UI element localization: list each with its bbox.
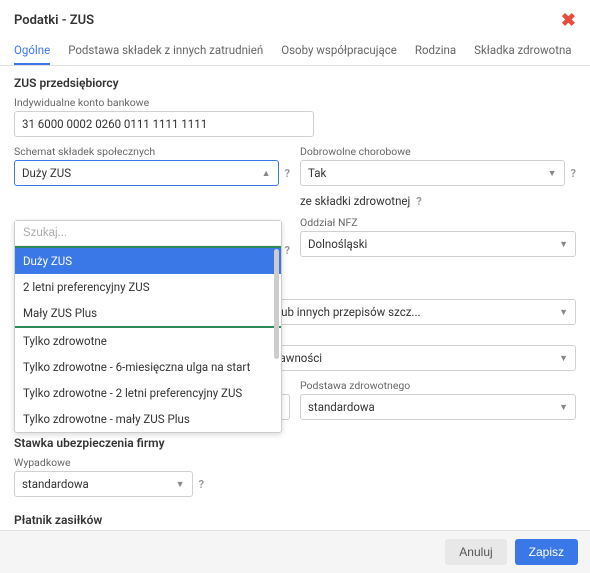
- schemat-label: Schemat składek społecznych: [14, 145, 290, 158]
- dropdown-item[interactable]: Mały ZUS Plus: [15, 300, 281, 326]
- caret-down-icon: ▼: [559, 307, 568, 318]
- dropdown-search-input[interactable]: [15, 221, 281, 246]
- account-label: Indywidualne konto bankowe: [14, 96, 576, 109]
- help-icon[interactable]: ?: [199, 478, 204, 491]
- caret-down-icon: ▼: [559, 239, 568, 250]
- dropdown-item[interactable]: Tylko zdrowotne - 2 letni preferencyjny …: [15, 380, 281, 406]
- wypadkowe-label: Wypadkowe: [14, 456, 204, 469]
- save-button[interactable]: Zapisz: [515, 539, 578, 565]
- tab-rodzina[interactable]: Rodzina: [415, 37, 456, 65]
- caret-down-icon: ▼: [176, 479, 185, 490]
- podstawa-zdr-select[interactable]: standardowa ▼: [300, 394, 576, 420]
- dropdown-item[interactable]: Duży ZUS: [15, 248, 281, 274]
- help-icon[interactable]: ?: [285, 167, 290, 180]
- oddzial-select[interactable]: Dolnośląski ▼: [300, 231, 576, 257]
- dobrowolne-select[interactable]: Tak ▼: [300, 160, 565, 186]
- tab-podstawa[interactable]: Podstawa składek z innych zatrudnień: [68, 37, 263, 65]
- zus-section-title: ZUS przedsiębiorcy: [14, 76, 576, 90]
- account-input[interactable]: 31 6000 0002 0260 0111 1111 1111: [14, 111, 314, 137]
- cancel-button[interactable]: Anuluj: [445, 539, 506, 565]
- oddzial-label: Oddział NFZ: [300, 216, 576, 229]
- caret-down-icon: ▼: [548, 168, 557, 179]
- dropdown-item[interactable]: Tylko zdrowotne: [15, 328, 281, 354]
- tab-zdrowotna[interactable]: Składka zdrowotna: [474, 37, 571, 65]
- podstawa-zdr-label: Podstawa zdrowotnego: [300, 379, 576, 392]
- scrollbar[interactable]: [274, 249, 279, 359]
- dropdown-item[interactable]: Tylko zdrowotne - mały ZUS Plus: [15, 406, 281, 432]
- caret-down-icon: ▼: [559, 353, 568, 364]
- tab-bar: Ogólne Podstawa składek z innych zatrudn…: [0, 37, 590, 66]
- close-icon[interactable]: ✖: [561, 10, 576, 31]
- tab-osoby[interactable]: Osoby współpracujące: [281, 37, 397, 65]
- caret-up-icon: ▲: [262, 168, 271, 179]
- schemat-select[interactable]: Duży ZUS ▲: [14, 160, 279, 186]
- dropdown-item[interactable]: 2 letni preferencyjny ZUS: [15, 274, 281, 300]
- schemat-dropdown: Duży ZUS 2 letni preferencyjny ZUS Mały …: [14, 220, 282, 433]
- dobrowolne-label: Dobrowolne chorobowe: [300, 145, 576, 158]
- wypadkowe-select[interactable]: standardowa ▼: [14, 471, 193, 497]
- tab-ogolne[interactable]: Ogólne: [14, 37, 50, 65]
- platnik-title: Płatnik zasiłków: [14, 513, 576, 527]
- caret-down-icon: ▼: [559, 402, 568, 413]
- help-icon[interactable]: ?: [285, 244, 290, 257]
- dropdown-item[interactable]: Tylko zdrowotne - 6-miesięczna ulga na s…: [15, 354, 281, 380]
- stawka-title: Stawka ubezpieczenia firmy: [14, 436, 576, 450]
- modal-title: Podatki - ZUS: [14, 13, 94, 28]
- help-icon[interactable]: ?: [416, 195, 421, 208]
- help-icon[interactable]: ?: [571, 167, 576, 180]
- zdrowotna-partial-text: ze składki zdrowotnej: [300, 194, 410, 208]
